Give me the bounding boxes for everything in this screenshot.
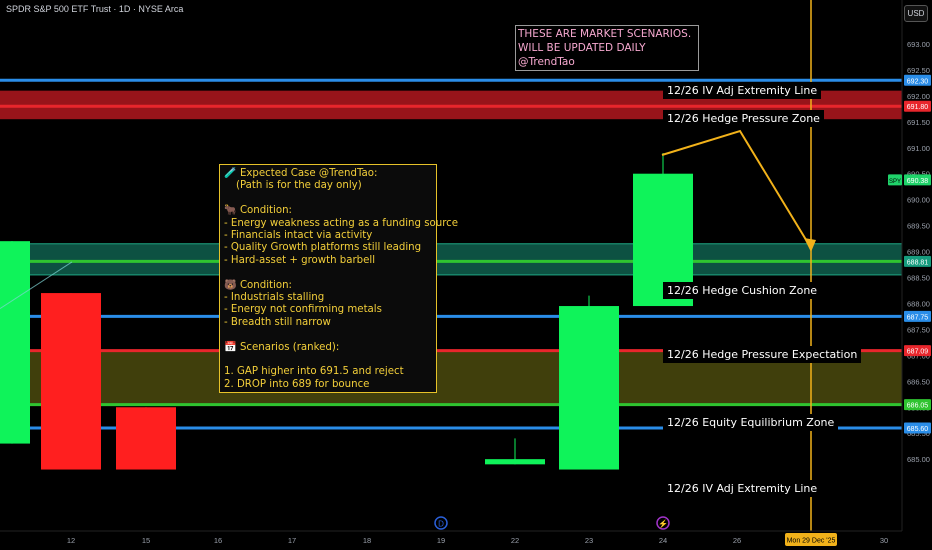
candle-body (559, 306, 619, 470)
callout-line: 2. DROP into 689 for bounce (224, 379, 432, 391)
callout-emoji-icon: 🐻 (224, 279, 240, 291)
callout-line: 🧪 Expected Case @TrendTao: (224, 168, 432, 180)
candle-body (0, 241, 30, 444)
time-tick-label: 22 (511, 536, 519, 545)
price-badge-label: 687.09 (907, 349, 929, 356)
candle-body (41, 293, 101, 470)
callout-emoji-icon: 🧪 (224, 168, 240, 179)
note-line-1: THESE ARE MARKET SCENARIOS. (518, 28, 692, 40)
price-badge-label: 688.81 (907, 259, 929, 266)
hedge-pressure-expectation-label[interactable]: 12/26 Hedge Pressure Expectation (663, 346, 862, 363)
candle-body (116, 407, 176, 470)
callout-text: Scenarios (ranked): (239, 341, 340, 353)
time-tick-label: 12 (67, 536, 75, 545)
callout-line: - Quality Growth platforms still leading (224, 242, 432, 254)
callout-line: - Hard-asset + growth barbell (224, 255, 432, 267)
price-badge-label: 692.30 (907, 78, 929, 85)
callout-text: - Energy not confirming metals (224, 304, 382, 316)
crosshair-date-label: Mon 29 Dec '25 (787, 538, 836, 545)
callout-text: - Industrials stalling (224, 292, 325, 304)
callout-line: 🐂 Condition: (224, 205, 432, 217)
time-tick-label: 26 (733, 536, 741, 545)
price-tick-label: 687.50 (907, 325, 930, 334)
callout-text: - Quality Growth platforms still leading (224, 242, 422, 254)
price-tick-label: 693.00 (907, 40, 930, 49)
callout-line: - Energy not confirming metals (224, 304, 432, 316)
iv-adj-extremity-bottom-label[interactable]: 12/26 IV Adj Extremity Line (663, 480, 822, 497)
hedge-cushion-zone-band (0, 243, 902, 275)
time-tick-label: 19 (437, 536, 445, 545)
iv-adj-extremity-top-label[interactable]: 12/26 IV Adj Extremity Line (663, 82, 822, 99)
price-tick-label: 688.00 (907, 299, 930, 308)
price-badge-label: 687.75 (907, 314, 929, 321)
callout-emoji-icon: 📅 (224, 341, 240, 353)
callout-line: - Energy weakness acting as a funding so… (224, 218, 458, 230)
callout-line: - Breadth still narrow (224, 317, 432, 329)
callout-text: Condition: (239, 279, 292, 291)
price-badge-label: 690.38 (907, 178, 929, 185)
currency-button[interactable]: USD (904, 5, 928, 22)
time-tick-label: 16 (214, 536, 222, 545)
price-tick-label: 689.00 (907, 248, 930, 257)
price-tick-label: 690.00 (907, 196, 930, 205)
callout-line: 🐻 Condition: (224, 280, 432, 292)
time-tick-label: 23 (585, 536, 593, 545)
callout-text: - Financials intact via activity (224, 230, 373, 242)
symbol-title[interactable]: SPDR S&P 500 ETF Trust · 1D · NYSE Arca (6, 4, 183, 14)
callout-spacer (224, 329, 432, 341)
price-tick-label: 691.00 (907, 144, 930, 153)
callout-line: 📅 Scenarios (ranked): (224, 342, 432, 354)
expected-case-callout[interactable]: 🧪 Expected Case @TrendTao: (Path is for t… (219, 164, 458, 393)
callout-text: - Breadth still narrow (224, 316, 331, 328)
price-tick-label: 689.50 (907, 222, 930, 231)
callout-line: 1. GAP higher into 691.5 and reject (224, 366, 432, 378)
callout-text: - Hard-asset + growth barbell (224, 254, 376, 266)
callout-text: (Path is for the day only) (236, 180, 362, 192)
price-tick-label: 688.50 (907, 274, 930, 283)
event-marker-label: D (438, 520, 444, 529)
callout-text: Expected Case @TrendTao: (239, 168, 378, 179)
candle-body (485, 459, 545, 465)
price-tick-label: 685.00 (907, 455, 930, 464)
time-tick-label: 17 (288, 536, 296, 545)
price-badge-label: 685.60 (907, 426, 929, 433)
price-tick-label: 692.00 (907, 92, 930, 101)
symbol-badge-label: SPY (889, 179, 901, 185)
hedge-cushion-zone-label[interactable]: 12/26 Hedge Cushion Zone (663, 282, 822, 299)
callout-line: - Industrials stalling (224, 292, 432, 304)
equity-equilibrium-zone-label[interactable]: 12/26 Equity Equilibrium Zone (663, 414, 839, 431)
time-tick-label: 15 (142, 536, 150, 545)
price-tick-label: 692.50 (907, 66, 930, 75)
price-badge-label: 691.80 (907, 104, 929, 111)
time-tick-label: 18 (363, 536, 371, 545)
callout-spacer (224, 193, 432, 205)
callout-emoji-icon: 🐂 (224, 205, 240, 217)
callout-line: - Financials intact via activity (224, 230, 432, 242)
time-tick-label: 24 (659, 536, 667, 545)
callout-text: 2. DROP into 689 for bounce (224, 378, 370, 390)
callout-text: Condition: (239, 205, 292, 217)
callout-spacer (224, 267, 432, 279)
price-badge-label: 686.05 (907, 403, 929, 410)
callout-line: (Path is for the day only) (224, 180, 432, 192)
event-marker-label: ⚡ (658, 519, 668, 529)
callout-text: 1. GAP higher into 691.5 and reject (224, 366, 404, 378)
price-tick-label: 691.50 (907, 118, 930, 127)
price-tick-label: 686.50 (907, 377, 930, 386)
note-line-2: WILL BE UPDATED DAILY @TrendTao (518, 42, 646, 68)
hedge-pressure-zone-label[interactable]: 12/26 Hedge Pressure Zone (663, 110, 824, 127)
callout-spacer (224, 354, 432, 366)
callout-text: - Energy weakness acting as a funding so… (224, 217, 459, 229)
time-tick-label: 30 (880, 536, 888, 545)
scenario-note[interactable]: THESE ARE MARKET SCENARIOS. WILL BE UPDA… (515, 25, 699, 71)
